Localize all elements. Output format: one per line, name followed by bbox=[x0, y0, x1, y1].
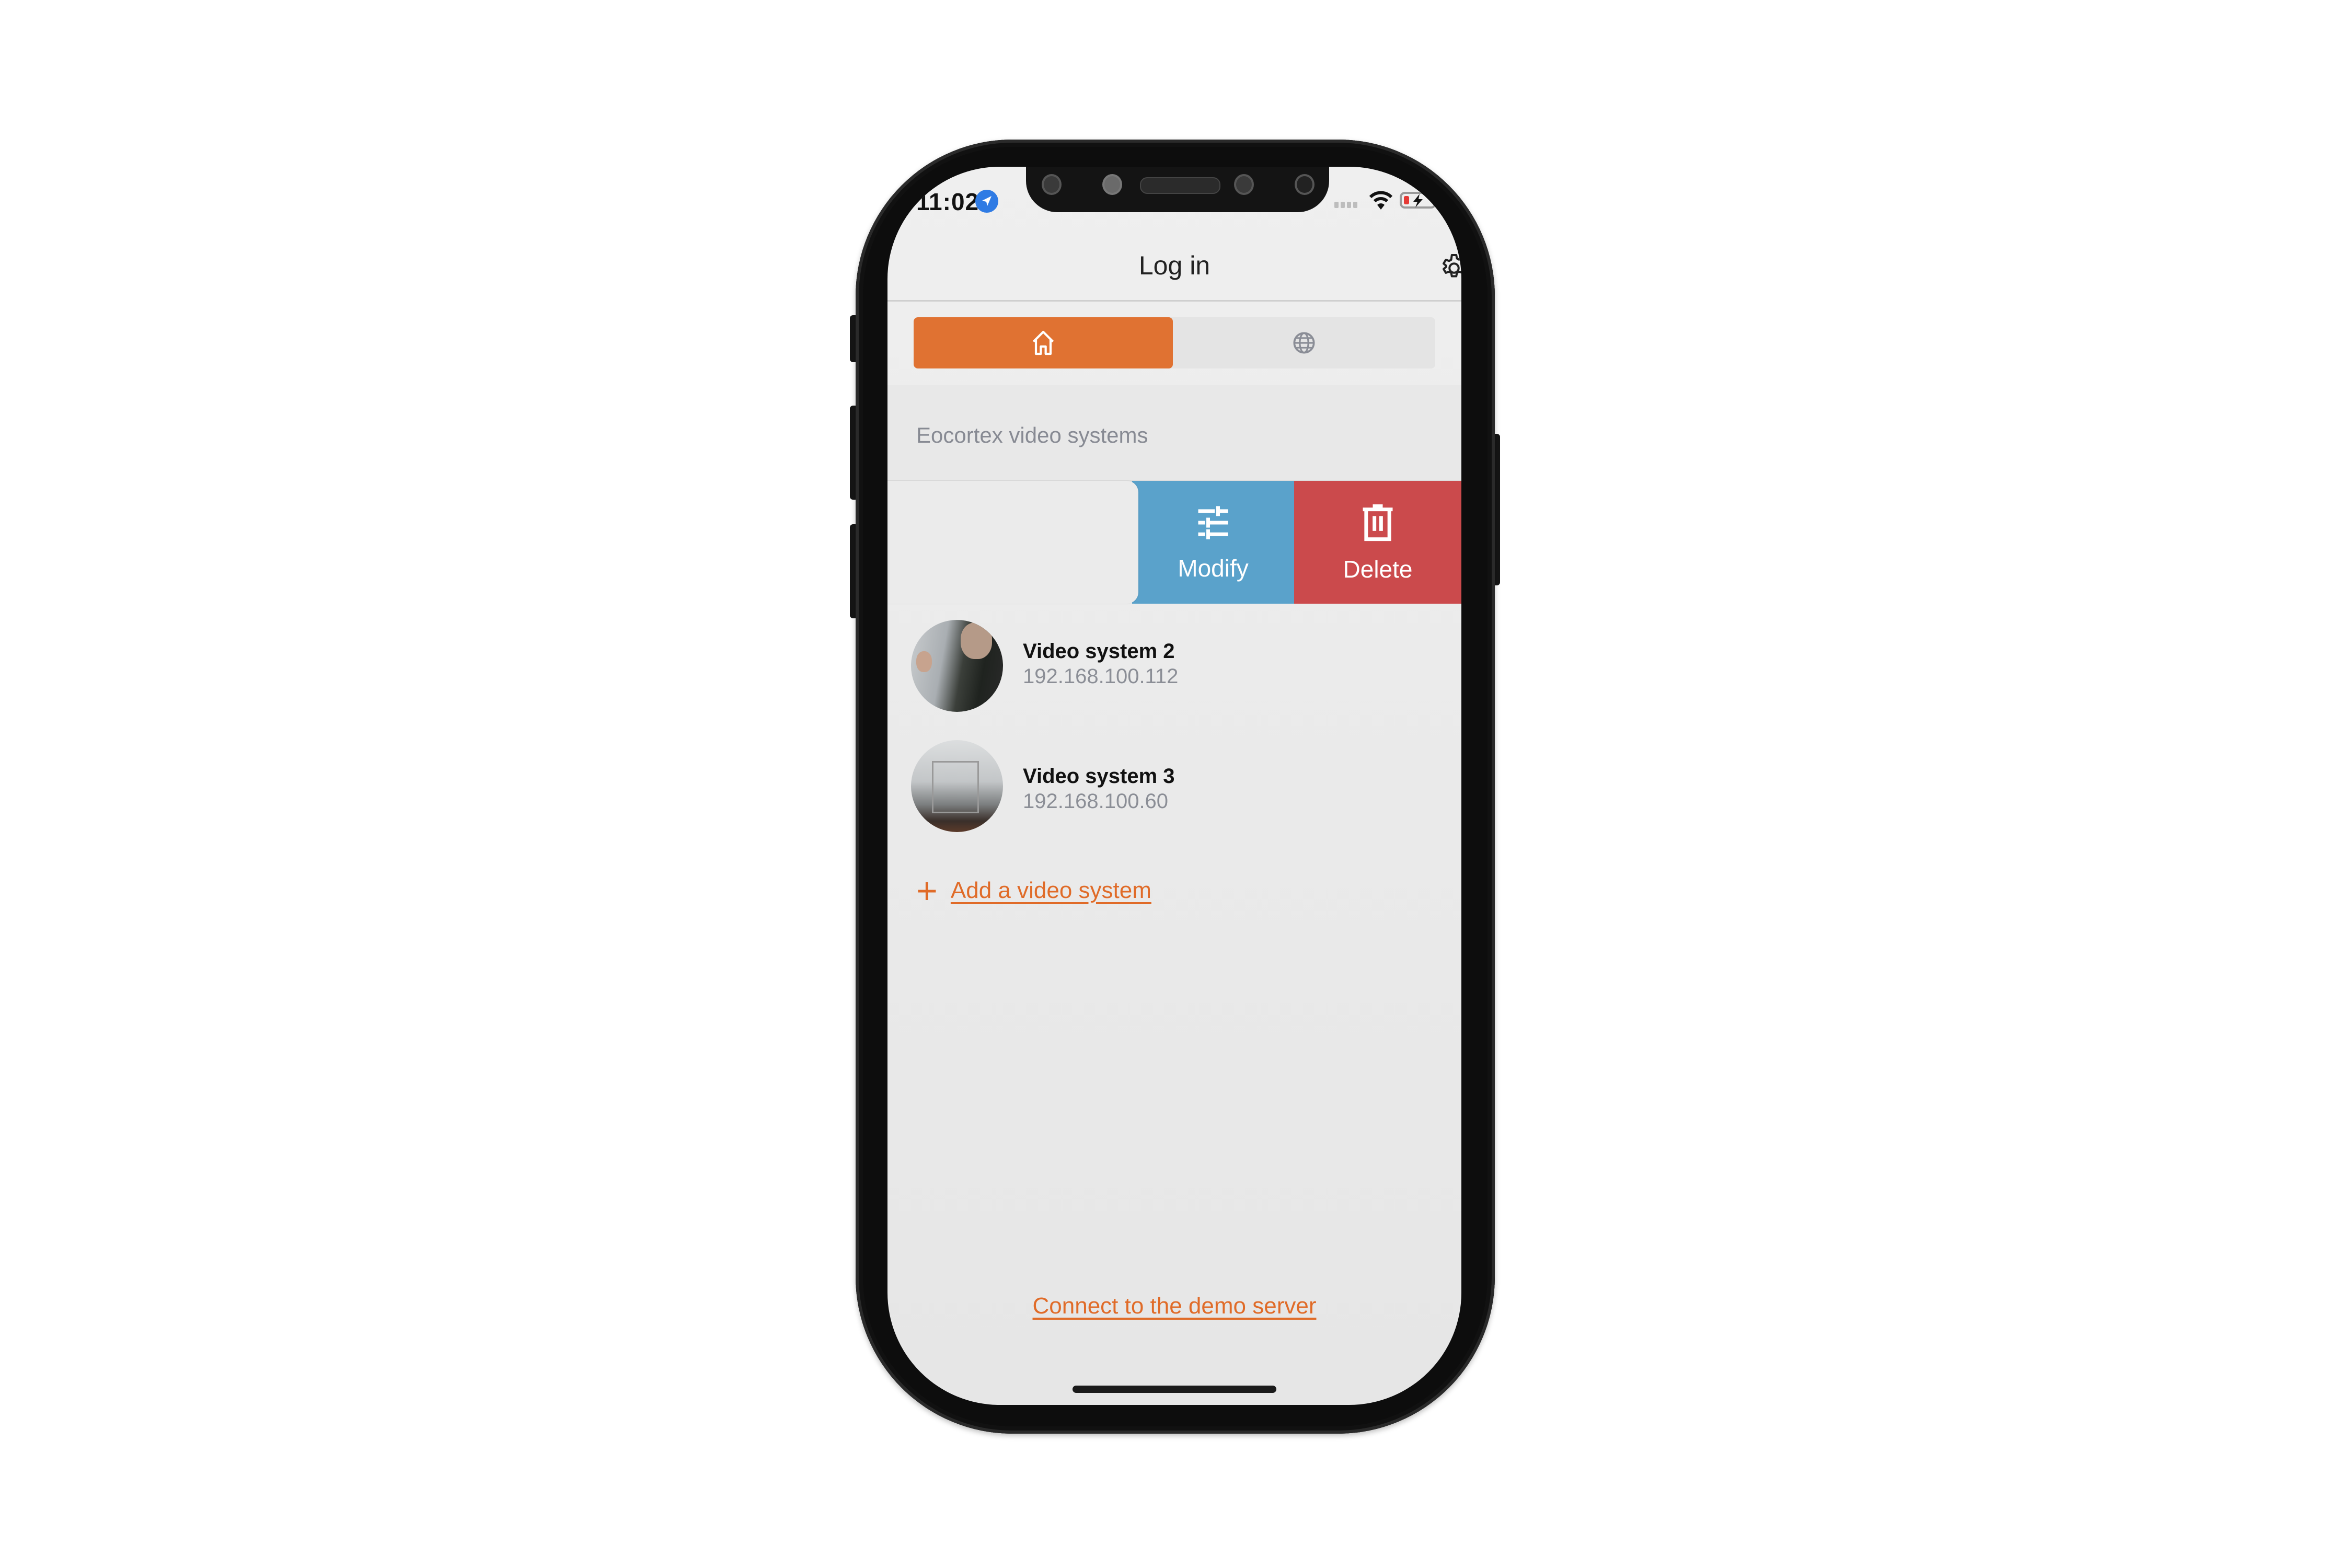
camera-thumbnail bbox=[911, 620, 1003, 712]
camera-thumbnail bbox=[911, 740, 1003, 832]
notch bbox=[1026, 167, 1329, 212]
battery-tip bbox=[1438, 197, 1441, 203]
page-title: Log in bbox=[1138, 251, 1210, 280]
cellular-signal-icon bbox=[1334, 201, 1359, 211]
proximity-sensor-icon bbox=[1102, 174, 1122, 195]
list-item-content[interactable] bbox=[887, 481, 1138, 604]
battery-charging-icon bbox=[1400, 192, 1436, 209]
add-video-system-link[interactable]: + Add a video system bbox=[916, 872, 1151, 909]
battery-level bbox=[1404, 196, 1409, 204]
status-time: 11:02 bbox=[916, 188, 979, 215]
gear-icon bbox=[1443, 254, 1461, 278]
earpiece-speaker bbox=[1140, 177, 1220, 194]
front-camera-icon bbox=[1234, 174, 1254, 195]
home-icon bbox=[1032, 330, 1054, 355]
sensor-icon bbox=[1042, 174, 1062, 195]
delete-label: Delete bbox=[1343, 555, 1413, 583]
list-item[interactable]: Video system 2 192.168.100.112 bbox=[887, 614, 1461, 729]
dot-projector-icon bbox=[1295, 174, 1315, 195]
video-system-address: 192.168.100.112 bbox=[1023, 665, 1179, 688]
modify-button[interactable]: Modify bbox=[1132, 481, 1294, 604]
connect-demo-server-link[interactable]: Connect to the demo server bbox=[887, 1293, 1461, 1319]
plus-icon: + bbox=[916, 870, 938, 911]
list-item[interactable]: Video system 3 192.168.100.60 bbox=[887, 737, 1461, 852]
app-screen: 11:02 Log in Eocortex video systems Modi… bbox=[887, 167, 1461, 1405]
video-system-name: Video system 2 bbox=[1023, 640, 1175, 663]
video-system-address: 192.168.100.60 bbox=[1023, 790, 1169, 813]
connection-type-segmented-control bbox=[914, 317, 1435, 368]
header-divider bbox=[887, 300, 1461, 302]
wifi-icon bbox=[1368, 190, 1393, 213]
location-arrow-icon bbox=[975, 190, 998, 213]
sliders-icon bbox=[1198, 505, 1228, 539]
home-indicator[interactable] bbox=[1073, 1386, 1276, 1393]
section-title: Eocortex video systems bbox=[916, 423, 1148, 447]
tab-internet[interactable] bbox=[1173, 317, 1435, 368]
delete-button[interactable]: Delete bbox=[1294, 481, 1461, 604]
modify-label: Modify bbox=[1178, 554, 1249, 582]
video-system-name: Video system 3 bbox=[1023, 765, 1175, 788]
trash-icon bbox=[1363, 504, 1393, 541]
settings-button[interactable] bbox=[1436, 250, 1461, 287]
add-video-system-label: Add a video system bbox=[950, 878, 1151, 903]
tab-local[interactable] bbox=[914, 317, 1173, 368]
globe-icon bbox=[1293, 332, 1315, 354]
swiped-list-item: Modify Delete bbox=[887, 481, 1461, 604]
